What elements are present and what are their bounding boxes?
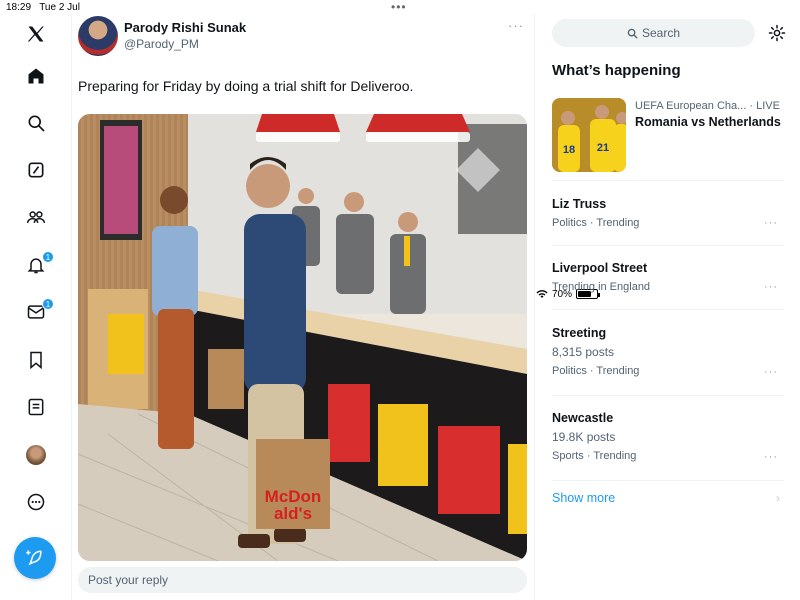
trend-item[interactable]: Liz Truss Politics · Trending ··· <box>552 197 784 229</box>
svg-text:21: 21 <box>597 142 609 154</box>
divider <box>552 395 784 396</box>
event-image: 18 21 <box>552 98 626 172</box>
tweet-text: Preparing for Friday by doing a trial sh… <box>78 78 414 94</box>
profile-avatar[interactable] <box>26 445 46 465</box>
trend-name: Newcastle <box>552 411 614 425</box>
featured-event[interactable]: 18 21 UEFA European Cha... · LIVE Romani… <box>552 98 784 174</box>
search-icon <box>627 28 638 39</box>
divider <box>552 245 784 246</box>
trend-posts: 19.8K posts <box>552 430 616 444</box>
search-icon[interactable] <box>24 111 48 135</box>
reply-input[interactable]: Post your reply <box>78 567 527 593</box>
status-time: 18:29 Tue 2 Jul <box>6 2 80 13</box>
trend-meta: Sports · Trending <box>552 450 637 462</box>
divider <box>552 309 784 310</box>
search-placeholder: Search <box>641 26 681 40</box>
svg-text:18: 18 <box>563 144 575 156</box>
event-category: UEFA European Cha... · LIVE <box>635 100 780 112</box>
home-icon[interactable] <box>24 64 48 88</box>
right-sidebar: Search What’s happening 18 21 UEFA Europ… <box>536 14 800 600</box>
grok-icon[interactable] <box>24 158 48 182</box>
lists-icon[interactable] <box>24 395 48 419</box>
trend-more-button[interactable]: ··· <box>764 281 778 293</box>
trend-name: Liverpool Street <box>552 261 648 275</box>
tweet-photo[interactable]: McDon ald's <box>78 114 527 561</box>
trend-item[interactable]: Liverpool Street Trending in England ··· <box>552 261 784 293</box>
event-title: Romania vs Netherlands <box>635 115 781 129</box>
trend-meta: Politics · Trending <box>552 365 640 377</box>
more-options-icon[interactable] <box>24 490 48 514</box>
author-avatar[interactable] <box>78 16 118 56</box>
trend-meta: Politics · Trending <box>552 217 640 229</box>
notifications-icon[interactable]: 1 <box>24 251 54 277</box>
communities-icon[interactable] <box>24 205 48 229</box>
tweet-more-button[interactable]: ··· <box>508 18 524 33</box>
notifications-badge: 1 <box>42 251 54 263</box>
settings-gear-icon[interactable] <box>768 24 786 42</box>
search-input[interactable]: Search <box>552 19 755 47</box>
trend-more-button[interactable]: ··· <box>764 217 778 229</box>
tweet-detail: Parody Rishi Sunak @Parody_PM ··· Prepar… <box>72 14 535 600</box>
show-more-link[interactable]: Show more <box>552 491 615 505</box>
trend-name: Streeting <box>552 326 607 340</box>
divider <box>552 480 784 481</box>
trend-name: Liz Truss <box>552 197 607 211</box>
trend-item[interactable]: Streeting 8,315 posts Politics · Trendin… <box>552 326 784 378</box>
trend-more-button[interactable]: ··· <box>764 366 778 378</box>
multitask-dots[interactable]: ••• <box>391 0 407 14</box>
trend-meta: Trending in England <box>552 281 651 293</box>
messages-badge: 1 <box>42 298 54 310</box>
x-logo-icon[interactable] <box>24 22 48 46</box>
bag-text-2: ald's <box>274 504 312 523</box>
feather-plus-icon <box>26 550 42 566</box>
compose-post-button[interactable] <box>14 537 56 579</box>
chevron-right-icon: › <box>776 491 780 505</box>
trend-posts: 8,315 posts <box>552 345 615 359</box>
divider <box>552 180 784 181</box>
trend-item[interactable]: Newcastle 19.8K posts Sports · Trending … <box>552 411 784 463</box>
whats-happening-heading: What’s happening <box>552 62 681 79</box>
left-nav: 1 1 <box>0 14 72 600</box>
author-handle[interactable]: @Parody_PM <box>124 37 199 51</box>
bookmarks-icon[interactable] <box>24 348 48 372</box>
author-name[interactable]: Parody Rishi Sunak <box>124 20 246 35</box>
restaurant-scene-image: McDon ald's <box>78 114 527 561</box>
messages-icon[interactable]: 1 <box>24 298 54 324</box>
status-bar: 18:29 Tue 2 Jul ••• 70% <box>0 0 800 300</box>
trend-more-button[interactable]: ··· <box>764 451 778 463</box>
